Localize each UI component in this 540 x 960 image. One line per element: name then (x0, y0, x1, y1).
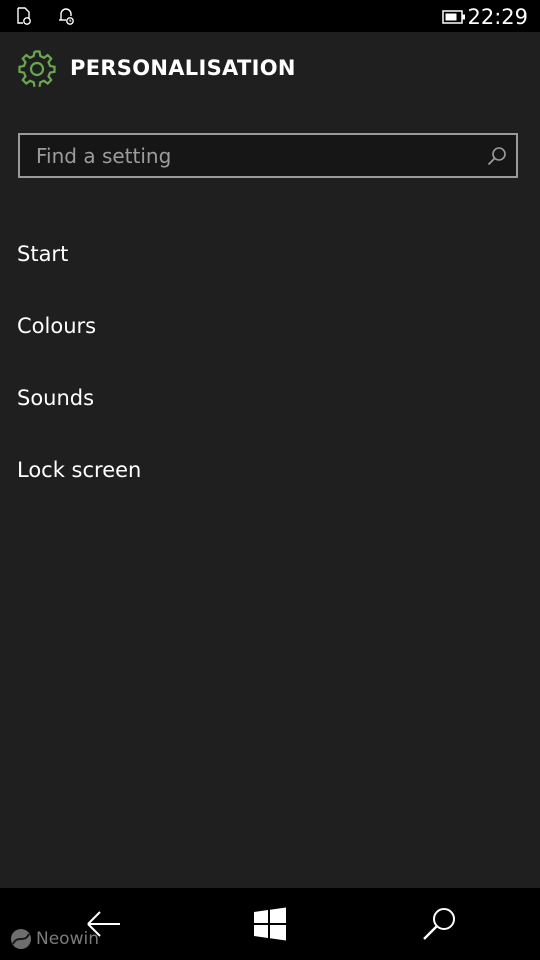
settings-item-sounds[interactable]: Sounds (0, 362, 540, 434)
windows-start-icon[interactable] (250, 906, 290, 942)
page-title: PERSONALISATION (70, 56, 296, 80)
search-box[interactable] (18, 133, 518, 178)
status-time: 22:29 (467, 5, 528, 29)
search-icon[interactable] (420, 906, 460, 942)
status-bar: 22:29 (0, 0, 540, 32)
settings-item-start[interactable]: Start (0, 218, 540, 290)
notification-doc-icon (14, 6, 34, 26)
watermark: Neowin (10, 927, 99, 951)
page-header: PERSONALISATION (0, 32, 540, 106)
settings-item-colours[interactable]: Colours (0, 290, 540, 362)
gear-icon (18, 50, 56, 88)
neowin-logo-icon (10, 928, 32, 950)
settings-list: Start Colours Sounds Lock screen (0, 218, 540, 506)
alarm-bell-icon (56, 6, 76, 26)
search-input[interactable] (20, 135, 480, 176)
search-icon[interactable] (486, 145, 508, 167)
battery-icon (442, 9, 466, 24)
watermark-text: Neowin (36, 929, 99, 949)
settings-screen: 22:29 PERSONALISATION Start Colours Soun… (0, 0, 540, 960)
settings-item-lock-screen[interactable]: Lock screen (0, 434, 540, 506)
